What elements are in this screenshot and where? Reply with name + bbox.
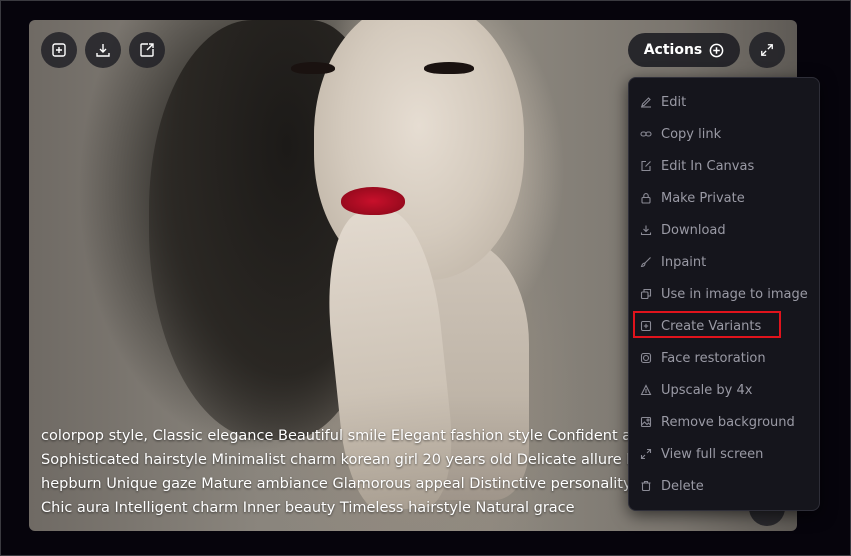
prompt-caption: colorpop style, Classic elegance Beautif… xyxy=(41,424,641,520)
menu-item-label: Upscale by 4x xyxy=(661,382,753,398)
caption-line: Chic aura Intelligent charm Inner beauty… xyxy=(41,500,575,516)
download-button[interactable] xyxy=(85,32,121,68)
caption-line: colorpop style, Classic elegance Beautif… xyxy=(41,428,641,444)
menu-item-label: Make Private xyxy=(661,190,745,206)
app-frame: Actions colorpop style, Classic elegance… xyxy=(0,0,851,556)
menu-item-label: Remove background xyxy=(661,414,795,430)
menu-item-label: Face restoration xyxy=(661,350,766,366)
upscale-icon xyxy=(639,383,653,397)
share-button[interactable] xyxy=(129,32,165,68)
face-icon xyxy=(639,351,653,365)
menu-item-label: Edit xyxy=(661,94,687,110)
menu-item-label: Delete xyxy=(661,478,704,494)
menu-item-inpaint[interactable]: Inpaint xyxy=(639,249,809,275)
menu-item-remove-background[interactable]: Remove background xyxy=(639,409,809,435)
menu-item-copy-link[interactable]: Copy link xyxy=(639,121,809,147)
download-icon xyxy=(639,223,653,237)
menu-item-label: Copy link xyxy=(661,126,722,142)
menu-item-upscale[interactable]: Upscale by 4x xyxy=(639,377,809,403)
menu-item-label: Inpaint xyxy=(661,254,707,270)
menu-item-label: Edit In Canvas xyxy=(661,158,755,174)
menu-item-edit[interactable]: Edit xyxy=(639,89,809,115)
actions-button[interactable]: Actions xyxy=(628,33,740,67)
image-lips xyxy=(341,187,405,215)
link-icon xyxy=(639,127,653,141)
brush-icon xyxy=(639,255,653,269)
add-to-collection-button[interactable] xyxy=(41,32,77,68)
add-square-icon xyxy=(52,43,66,57)
trash-icon xyxy=(639,479,653,493)
expand-icon xyxy=(639,447,653,461)
menu-item-label: View full screen xyxy=(661,446,764,462)
share-out-icon xyxy=(140,43,154,57)
menu-item-delete[interactable]: Delete xyxy=(639,473,809,499)
expand-icon xyxy=(761,44,773,56)
download-icon xyxy=(96,44,110,57)
menu-item-image-to-image[interactable]: Use in image to image xyxy=(639,281,809,307)
menu-item-label: Download xyxy=(661,222,726,238)
lock-icon xyxy=(639,191,653,205)
copy-icon xyxy=(639,287,653,301)
menu-item-edit-in-canvas[interactable]: Edit In Canvas xyxy=(639,153,809,179)
edit-box-icon xyxy=(639,159,653,173)
pencil-icon xyxy=(639,95,653,109)
menu-item-view-full-screen[interactable]: View full screen xyxy=(639,441,809,467)
menu-item-make-private[interactable]: Make Private xyxy=(639,185,809,211)
image-eye-right xyxy=(424,62,474,74)
caption-line: Sophisticated hairstyle Minimalist charm… xyxy=(41,452,641,468)
create-variants-highlight xyxy=(633,311,781,338)
plus-circle-icon xyxy=(709,43,724,57)
expand-button[interactable] xyxy=(749,32,785,68)
image-eye-left xyxy=(291,62,335,74)
image-icon xyxy=(639,415,653,429)
menu-item-face-restoration[interactable]: Face restoration xyxy=(639,345,809,371)
menu-item-download[interactable]: Download xyxy=(639,217,809,243)
actions-label: Actions xyxy=(643,42,703,58)
caption-line: hepburn Unique gaze Mature ambiance Glam… xyxy=(41,476,641,492)
actions-menu: Edit Copy link Edit In Canvas Make Priva… xyxy=(628,77,820,511)
menu-item-label: Use in image to image xyxy=(661,286,808,302)
